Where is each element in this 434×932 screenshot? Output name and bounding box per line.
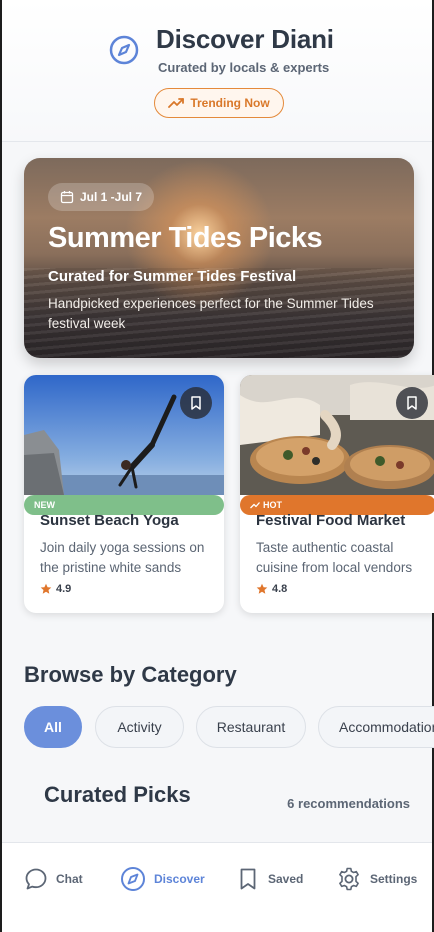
card-title: Sunset Beach Yoga bbox=[40, 512, 179, 529]
page-subtitle: Curated by locals & experts bbox=[158, 60, 330, 75]
star-icon bbox=[256, 583, 268, 594]
gear-icon bbox=[339, 867, 359, 891]
date-range-label: Jul 1 -Jul 7 bbox=[80, 190, 143, 204]
chip-activity[interactable]: Activity bbox=[95, 706, 184, 748]
hero-banner[interactable]: Jul 1 -Jul 7 Summer Tides Picks Curated … bbox=[24, 158, 414, 358]
tab-settings-label: Settings bbox=[370, 872, 418, 886]
rating-value: 4.9 bbox=[56, 583, 72, 595]
hero-subtitle: Curated for Summer Tides Festival bbox=[48, 268, 297, 285]
experience-card[interactable]: NEW Sunset Beach Yoga Join daily yoga se… bbox=[24, 375, 224, 613]
trending-now-label: Trending Now bbox=[190, 96, 270, 110]
bottom-tab-bar: Chat Discover Saved Settings bbox=[2, 842, 432, 932]
calendar-icon bbox=[60, 191, 74, 204]
browse-category-heading: Browse by Category bbox=[24, 662, 237, 687]
card-description: Join daily yoga sessions on the pristine… bbox=[40, 540, 205, 575]
chip-restaurant[interactable]: Restaurant bbox=[196, 706, 306, 748]
card-rating: 4.8 bbox=[256, 583, 287, 595]
compass-icon bbox=[109, 35, 139, 65]
bookmark-button[interactable] bbox=[396, 387, 428, 419]
badge-label: NEW bbox=[34, 500, 55, 510]
chat-bubble-icon bbox=[25, 868, 47, 890]
card-rating: 4.9 bbox=[40, 583, 71, 595]
badge-label: HOT bbox=[263, 500, 282, 510]
tab-chat-label: Chat bbox=[56, 872, 83, 886]
tab-saved-label: Saved bbox=[268, 872, 304, 886]
experience-card[interactable]: HOT Festival Food Market Taste authentic… bbox=[240, 375, 434, 613]
card-title: Festival Food Market bbox=[256, 512, 406, 529]
category-chips: All Activity Restaurant Accommodation bbox=[24, 706, 434, 748]
tab-saved[interactable]: Saved bbox=[236, 865, 303, 893]
tab-settings[interactable]: Settings bbox=[336, 865, 417, 893]
tab-discover-label: Discover bbox=[154, 872, 205, 886]
trending-up-icon bbox=[250, 502, 260, 509]
bookmark-icon bbox=[191, 396, 201, 410]
star-icon bbox=[40, 583, 52, 594]
bookmark-icon bbox=[407, 396, 417, 410]
hero-title: Summer Tides Picks bbox=[48, 222, 323, 254]
trending-now-button[interactable]: Trending Now bbox=[154, 88, 284, 118]
chip-accommodation[interactable]: Accommodation bbox=[318, 706, 434, 748]
recommendations-count: 6 recommendations bbox=[287, 796, 410, 811]
date-range-pill: Jul 1 -Jul 7 bbox=[48, 183, 155, 211]
tab-chat[interactable]: Chat bbox=[24, 865, 83, 893]
compass-icon bbox=[121, 867, 145, 891]
trending-up-icon bbox=[168, 98, 185, 108]
curated-picks-heading: Curated Picks bbox=[44, 782, 191, 807]
bookmark-icon bbox=[240, 868, 256, 890]
tab-discover[interactable]: Discover bbox=[120, 865, 205, 893]
page-title: Discover Diani bbox=[156, 24, 334, 54]
page-header: Discover Diani Curated by locals & exper… bbox=[2, 0, 432, 142]
chip-all[interactable]: All bbox=[24, 706, 82, 748]
rating-value: 4.8 bbox=[272, 583, 288, 595]
card-description: Taste authentic coastal cuisine from loc… bbox=[256, 540, 413, 575]
bookmark-button[interactable] bbox=[180, 387, 212, 419]
hero-description: Handpicked experiences perfect for the S… bbox=[48, 296, 374, 331]
